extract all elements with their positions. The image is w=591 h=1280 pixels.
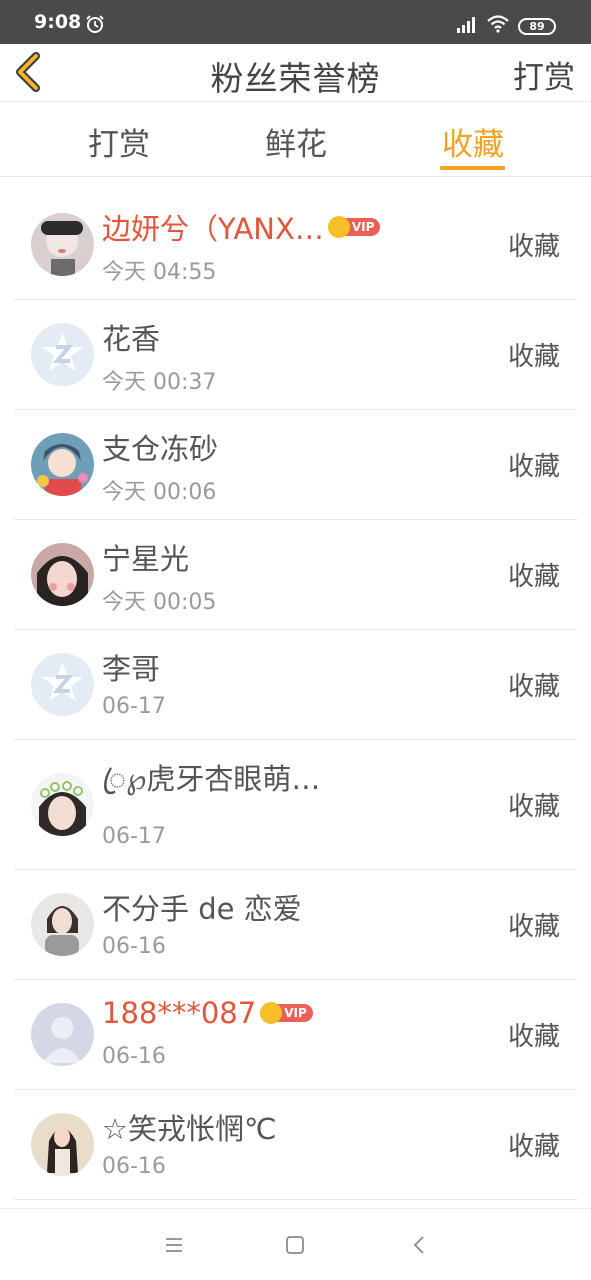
fan-name-text: 边妍兮（YANX…: [102, 212, 324, 246]
fan-row[interactable]: ☆笑戎怅惘℃ 06-16 收藏: [0, 1090, 591, 1200]
fan-name: 李哥: [102, 646, 160, 688]
battery-icon: 89: [518, 18, 556, 35]
system-nav-bar: [0, 1208, 591, 1280]
fan-name: 宁星光: [102, 536, 189, 578]
fan-name-text: 支仓冻砂: [102, 432, 219, 466]
active-tab-indicator: [440, 166, 505, 170]
fan-name: 边妍兮（YANX… VIP: [102, 206, 381, 248]
fan-row[interactable]: 188***087 VIP 06-16 收藏: [0, 980, 591, 1090]
status-time: 9:08: [34, 11, 82, 33]
vip-badge: VIP: [327, 216, 381, 238]
divider: [14, 1199, 577, 1200]
avatar[interactable]: [31, 1003, 94, 1066]
fan-name-text: 不分手 de 恋爱: [102, 892, 302, 926]
avatar[interactable]: [31, 1113, 94, 1176]
avatar[interactable]: [31, 323, 94, 386]
fan-name-text: ☆笑戎怅惘℃: [102, 1112, 277, 1146]
fan-name: 支仓冻砂: [102, 426, 218, 468]
reward-button[interactable]: 打赏: [513, 52, 575, 97]
fan-row[interactable]: 花香 今天 00:37 收藏: [0, 300, 591, 410]
fan-row[interactable]: 宁星光 今天 00:05 收藏: [0, 520, 591, 630]
fan-time: 06-16: [102, 1044, 166, 1069]
avatar[interactable]: [31, 893, 94, 956]
fan-row[interactable]: ꦿ℘虎牙杏眼萌… 06-17 收藏: [0, 740, 591, 870]
fan-row[interactable]: 边妍兮（YANX… VIP 今天 04:55 收藏: [0, 190, 591, 300]
fan-name: ꦿ℘虎牙杏眼萌…: [102, 756, 320, 816]
favorite-label: 收藏: [507, 232, 560, 262]
back-icon[interactable]: [408, 1233, 432, 1257]
favorite-label: 收藏: [507, 1132, 560, 1162]
fan-row[interactable]: 李哥 06-17 收藏: [0, 630, 591, 740]
fan-name-text: 宁星光: [102, 542, 190, 576]
fan-time: 06-17: [102, 824, 166, 849]
vip-badge: VIP: [260, 1002, 313, 1024]
avatar[interactable]: [31, 543, 94, 606]
signal-icon: [457, 17, 475, 33]
fan-name: 188***087 VIP: [102, 996, 313, 1030]
fan-time: 06-16: [102, 934, 166, 959]
favorite-label: 收藏: [507, 562, 560, 592]
favorite-label: 收藏: [507, 672, 560, 702]
fan-time: 今天 00:37: [102, 370, 217, 395]
fan-name-text: 李哥: [102, 652, 161, 686]
favorite-label: 收藏: [507, 342, 560, 372]
page-title: 粉丝荣誉榜: [210, 59, 381, 98]
fan-list: 边妍兮（YANX… VIP 今天 04:55 收藏 花香 今天 00:37 收藏…: [0, 190, 591, 1200]
favorite-label: 收藏: [507, 912, 560, 942]
fan-time: 06-16: [102, 1154, 166, 1179]
home-icon[interactable]: [283, 1233, 307, 1257]
tab-favorites[interactable]: 收藏: [433, 119, 513, 164]
menu-icon[interactable]: [162, 1233, 186, 1257]
fan-name: 不分手 de 恋爱: [102, 886, 302, 928]
fan-time: 今天 04:55: [102, 260, 217, 285]
avatar[interactable]: [31, 653, 94, 716]
wifi-icon: [487, 15, 509, 33]
crown-icon: [327, 216, 350, 238]
battery-level: 89: [529, 20, 545, 33]
fan-name-text: 花香: [102, 322, 161, 356]
fan-name-text: ꦿ℘虎牙杏眼萌…: [102, 762, 321, 796]
tab-bar: 打赏 鲜花 收藏: [0, 102, 591, 177]
header: 粉丝荣誉榜 打赏: [0, 44, 591, 102]
avatar[interactable]: [31, 433, 94, 496]
tab-flowers[interactable]: 鲜花: [256, 119, 336, 164]
fan-time: 06-17: [102, 694, 166, 719]
fan-row[interactable]: 支仓冻砂 今天 00:06 收藏: [0, 410, 591, 520]
fan-time: 今天 00:06: [102, 480, 217, 505]
tab-reward[interactable]: 打赏: [79, 119, 159, 164]
favorite-label: 收藏: [507, 1022, 560, 1052]
avatar[interactable]: [31, 773, 94, 836]
status-bar: 9:08 89: [0, 0, 591, 44]
fan-name-text: 188***087: [102, 996, 257, 1030]
fan-row[interactable]: 不分手 de 恋爱 06-16 收藏: [0, 870, 591, 980]
fan-name: 花香: [102, 316, 160, 358]
alarm-icon: [86, 15, 104, 33]
fan-name: ☆笑戎怅惘℃: [102, 1106, 277, 1148]
favorite-label: 收藏: [507, 792, 560, 822]
favorite-label: 收藏: [507, 452, 560, 482]
avatar[interactable]: [31, 213, 94, 276]
fan-time: 今天 00:05: [102, 590, 217, 615]
